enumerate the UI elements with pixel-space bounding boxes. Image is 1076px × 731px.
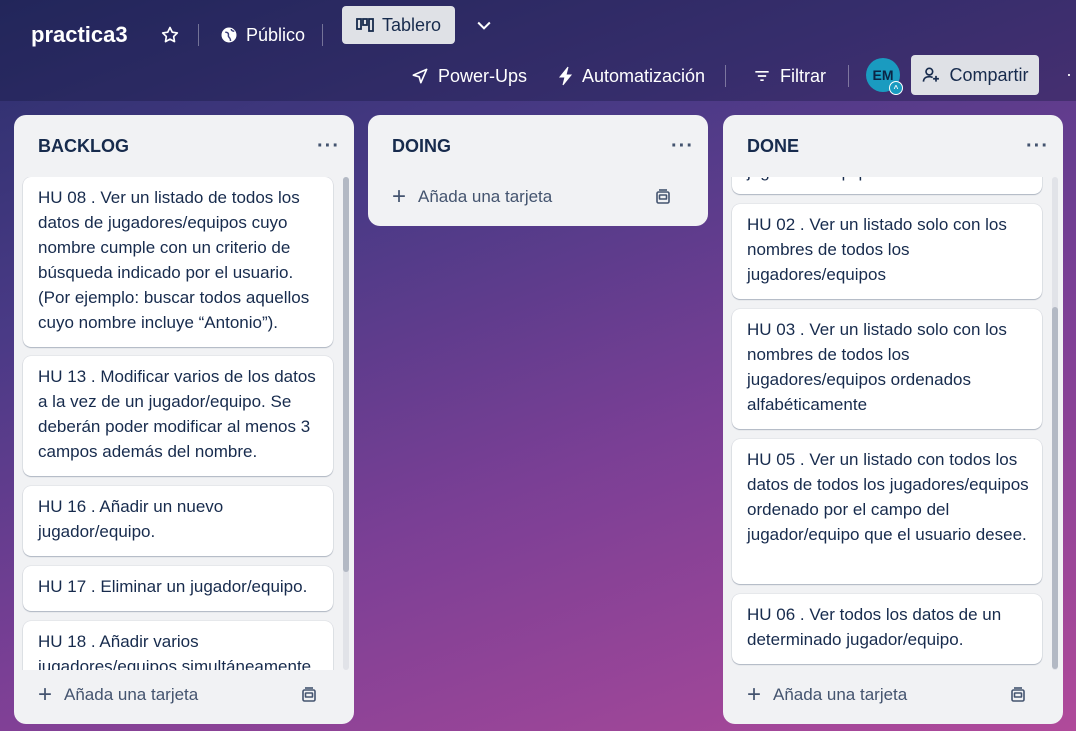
card-list: HU 08 . Ver un listado de todos los dato… [14, 177, 354, 670]
share-label: Compartir [949, 64, 1029, 85]
rocket-icon [412, 68, 428, 84]
list-menu-icon[interactable]: ··· [317, 135, 340, 158]
star-button[interactable] [152, 18, 188, 52]
add-card-label: Añada una tarjeta [773, 685, 908, 704]
board-view-button[interactable]: Tablero [342, 6, 455, 44]
card[interactable]: HU 18 . Añadir varios jugadores/equipos … [23, 621, 333, 670]
scrollbar-thumb[interactable] [1052, 307, 1058, 669]
automation-label: Automatización [582, 65, 706, 86]
filter-label: Filtrar [780, 65, 826, 86]
list-menu-icon[interactable]: ··· [1026, 135, 1049, 158]
card[interactable]: HU 08 . Ver un listado de todos los dato… [23, 177, 333, 347]
list-backlog: BACKLOG ··· HU 08 . Ver un listado de to… [14, 115, 354, 724]
card[interactable]: jugadores/equipos [732, 177, 1042, 194]
list-done: DONE ··· jugadores/equipos HU 02 . Ver u… [723, 115, 1063, 724]
avatar-initials: EM [872, 67, 894, 83]
filter-button[interactable]: Filtrar [744, 59, 834, 93]
list-header: DOING ··· [368, 115, 708, 177]
card[interactable]: HU 17 . Eliminar un jugador/equipo. [23, 566, 333, 611]
board-header: practica3 Público Tablero Power-Ups Auto… [0, 0, 1076, 101]
list-doing: DOING ··· + Añada una tarjeta [368, 115, 708, 226]
card[interactable]: HU 06 . Ver todos los datos de un determ… [732, 594, 1042, 664]
powerups-button[interactable]: Power-Ups [402, 59, 535, 93]
card[interactable]: HU 16 . Añadir un nuevo jugador/equipo. [23, 486, 333, 556]
header-divider [198, 24, 199, 46]
scrollbar-thumb[interactable] [343, 177, 349, 572]
add-card-label: Añada una tarjeta [418, 187, 553, 206]
header-divider [322, 24, 323, 46]
visibility-button[interactable]: Público [212, 18, 313, 52]
card[interactable]: HU 05 . Ver un listado con todos los dat… [732, 439, 1042, 584]
card[interactable]: HU 03 . Ver un listado solo con los nomb… [732, 309, 1042, 429]
card[interactable]: HU 02 . Ver un listado solo con los nomb… [732, 204, 1042, 299]
card-template-icon[interactable] [654, 189, 672, 205]
view-switcher-button[interactable] [466, 8, 502, 42]
list-title[interactable]: DONE [747, 136, 799, 157]
list-header: DONE ··· [723, 115, 1063, 177]
plus-icon: + [38, 681, 53, 708]
header-divider [725, 65, 726, 87]
globe-icon [221, 27, 237, 43]
share-button[interactable]: Compartir [911, 55, 1039, 95]
card-list: jugadores/equipos HU 02 . Ver un listado… [723, 177, 1063, 672]
add-card-button[interactable]: + Añada una tarjeta [380, 179, 684, 215]
list-title[interactable]: BACKLOG [38, 136, 129, 157]
automation-button[interactable]: Automatización [550, 59, 713, 93]
board-view-icon [356, 18, 374, 32]
list-header: BACKLOG ··· [14, 115, 354, 177]
plus-icon: + [392, 183, 407, 210]
add-card-label: Añada una tarjeta [64, 685, 199, 704]
list-menu-icon[interactable]: ··· [671, 135, 694, 158]
header-divider [848, 65, 849, 87]
admin-badge-icon: ^ [889, 81, 903, 95]
add-user-icon [923, 67, 940, 82]
view-label: Tablero [381, 14, 442, 35]
more-options-icon[interactable]: · [1066, 64, 1072, 85]
add-card-button[interactable]: + Añada una tarjeta [735, 677, 1039, 713]
board-title[interactable]: practica3 [31, 22, 128, 48]
visibility-label: Público [246, 24, 306, 45]
card[interactable]: HU 13 . Modificar varios de los datos a … [23, 356, 333, 476]
card-template-icon[interactable] [300, 687, 318, 703]
lightning-icon [558, 66, 573, 86]
star-icon [161, 26, 179, 43]
powerups-label: Power-Ups [438, 65, 528, 86]
card-template-icon[interactable] [1009, 687, 1027, 703]
chevron-down-icon [477, 21, 491, 30]
add-card-button[interactable]: + Añada una tarjeta [26, 677, 330, 713]
filter-icon [755, 71, 769, 81]
plus-icon: + [747, 681, 762, 708]
avatar[interactable]: EM ^ [866, 58, 903, 95]
list-title[interactable]: DOING [392, 136, 451, 157]
